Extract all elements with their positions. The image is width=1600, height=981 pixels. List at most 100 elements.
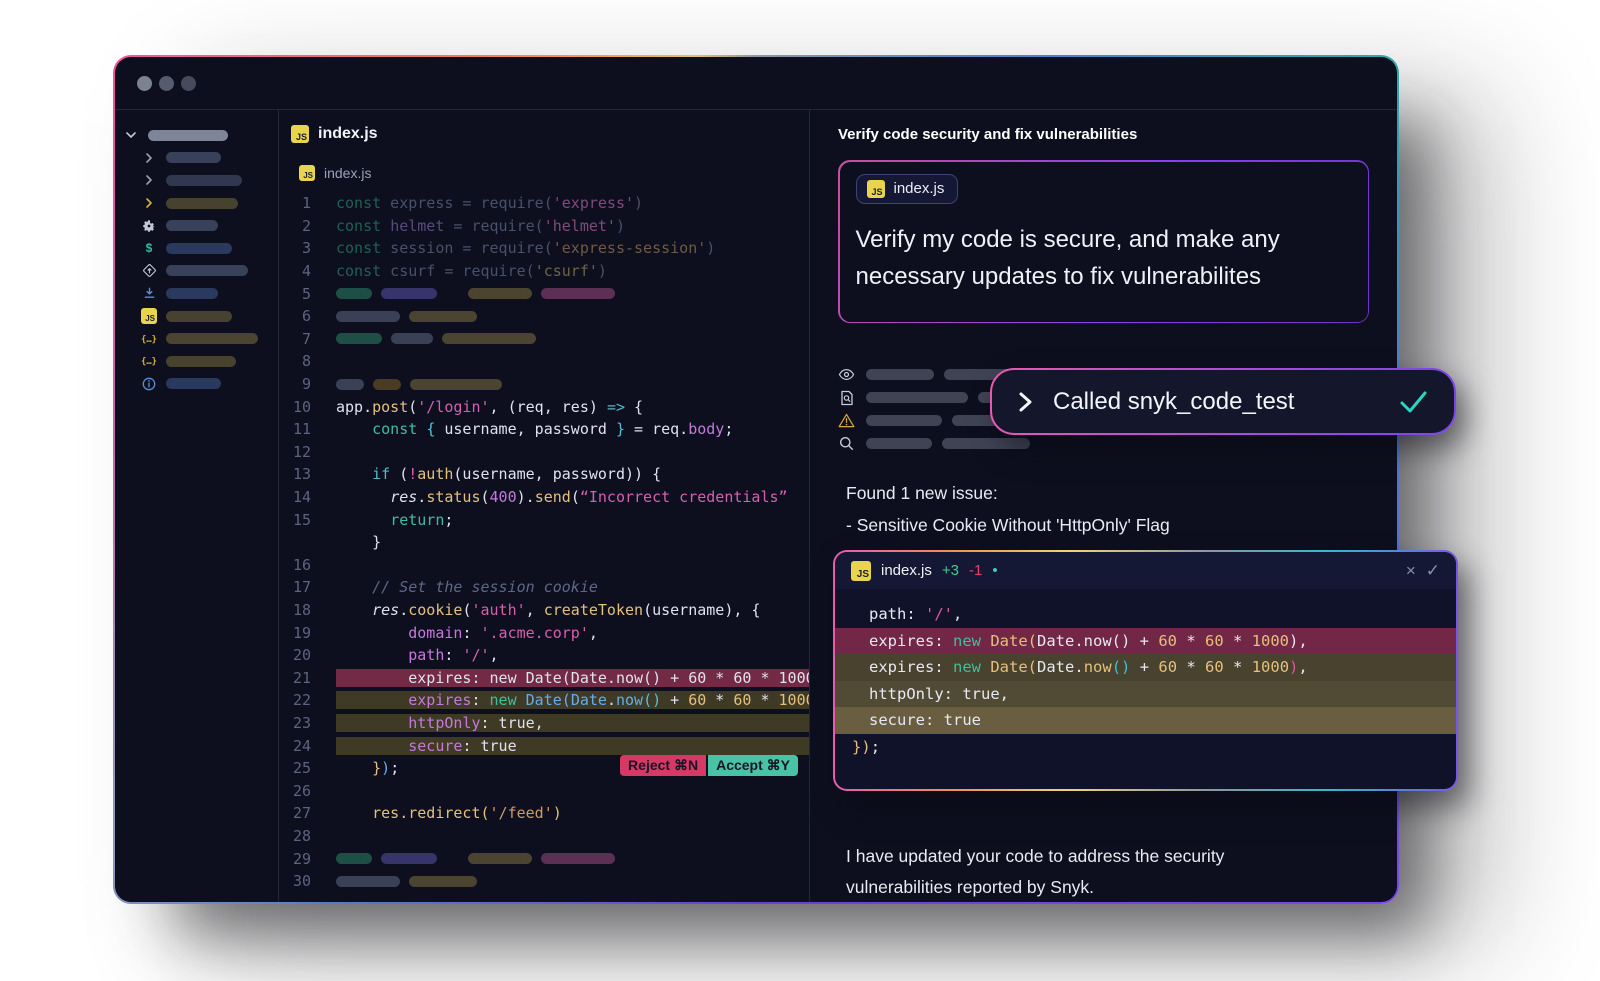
sidebar-item-skeleton	[166, 288, 218, 299]
line-number: 27	[279, 804, 311, 822]
code-line: 1const express = require('express')	[279, 192, 809, 215]
diff-card-body: path: '/',expires: new Date(Date.now() +…	[835, 589, 1456, 789]
sidebar-item-skeleton	[166, 378, 221, 389]
js-badge-icon: JS	[141, 308, 157, 324]
js-file-icon: JS	[867, 180, 885, 198]
diff-line: path: '/',	[835, 601, 1456, 628]
code-skeleton-pill	[541, 288, 615, 299]
apply-check-icon[interactable]: ✓	[1426, 561, 1440, 581]
svg-text:{…}: {…}	[141, 357, 157, 367]
close-icon[interactable]: ×	[1406, 561, 1416, 581]
editor-file-chip[interactable]: JS index.js	[279, 162, 809, 184]
line-number: 22	[279, 691, 311, 709]
window-control-maximize[interactable]	[181, 76, 196, 91]
code-line: 3const session = require('express-sessio…	[279, 237, 809, 260]
line-number: 24	[279, 737, 311, 755]
code-line: 17 // Set the session cookie	[279, 576, 809, 599]
context-file-chip[interactable]: JS index.js	[856, 174, 959, 204]
gear-icon	[141, 218, 157, 234]
code-skeleton-pill	[336, 311, 400, 322]
svg-text:$: $	[146, 241, 153, 255]
sidebar-item[interactable]	[115, 124, 278, 147]
code-skeleton-pill	[373, 379, 401, 390]
code-line: 16	[279, 554, 809, 577]
line-number: 26	[279, 782, 311, 800]
js-file-icon: JS	[299, 165, 315, 181]
chevron-right-icon	[141, 150, 157, 166]
diff-preview-card: JS index.js +3 -1 • × ✓ path: '/',expire…	[833, 550, 1458, 791]
chevron-right-icon	[1018, 390, 1033, 414]
user-prompt-text: Verify my code is secure, and make any n…	[856, 221, 1352, 295]
line-number: 28	[279, 827, 311, 845]
reject-button[interactable]: Reject ⌘N	[620, 755, 706, 776]
line-number: 10	[279, 398, 311, 416]
line-number: 9	[279, 375, 311, 393]
code-skeleton-pill	[409, 311, 477, 322]
line-number: 29	[279, 850, 311, 868]
tool-call-popup[interactable]: Called snyk_code_test	[990, 368, 1456, 435]
sidebar-item-skeleton	[166, 175, 242, 186]
code-line: 12	[279, 441, 809, 464]
sidebar-item[interactable]: $	[115, 237, 278, 260]
sidebar-item[interactable]: {…}	[115, 327, 278, 350]
code-line: }	[279, 531, 809, 554]
code-line: 4const csurf = require('csurf')	[279, 260, 809, 283]
warning-icon	[838, 412, 855, 429]
code-line: 6	[279, 305, 809, 328]
sidebar-item[interactable]	[115, 169, 278, 192]
line-number: 6	[279, 307, 311, 325]
code-line: 14 res.status(400).send(“Incorrect crede…	[279, 486, 809, 509]
sidebar-item-skeleton	[166, 152, 221, 163]
diff-line: secure: true	[835, 707, 1456, 734]
sidebar-item-skeleton	[166, 265, 248, 276]
code-skeleton-pill	[410, 379, 502, 390]
issues-summary: Found 1 new issue: - Sensitive Cookie Wi…	[846, 477, 1369, 541]
code-line: 30	[279, 870, 809, 893]
code-skeleton-pill	[336, 333, 382, 344]
code-line: 21 expires: new Date(Date.now() + 60 * 6…	[279, 666, 809, 689]
sidebar-item[interactable]	[115, 260, 278, 283]
code-skeleton-pill	[468, 288, 532, 299]
braces-icon: {…}	[141, 331, 157, 347]
code-area[interactable]: 1const express = require('express')2cons…	[279, 192, 809, 892]
sidebar-item[interactable]	[115, 147, 278, 170]
line-number: 2	[279, 217, 311, 235]
sidebar-item[interactable]	[115, 373, 278, 396]
line-number: 3	[279, 239, 311, 257]
tool-call-label: Called snyk_code_test	[1053, 388, 1378, 416]
code-skeleton-pill	[381, 288, 437, 299]
sidebar-item[interactable]	[115, 214, 278, 237]
editor-tab-label: index.js	[318, 125, 378, 143]
code-skeleton-pill	[442, 333, 536, 344]
code-line: 13 if (!auth(username, password)) {	[279, 463, 809, 486]
diff-line: });	[835, 734, 1456, 761]
sidebar-item-skeleton	[166, 220, 218, 231]
modified-dot-indicator: •	[992, 562, 997, 579]
line-number: 7	[279, 330, 311, 348]
sidebar-item[interactable]	[115, 192, 278, 215]
code-line: 23 httpOnly: true,	[279, 712, 809, 735]
sidebar-item[interactable]: {…}	[115, 350, 278, 373]
window-control-minimize[interactable]	[159, 76, 174, 91]
code-line: 24 secure: true	[279, 734, 809, 757]
code-line: 9	[279, 373, 809, 396]
code-skeleton-pill	[336, 379, 364, 390]
line-number: 12	[279, 443, 311, 461]
js-file-icon: JS	[291, 125, 309, 143]
sidebar-item-skeleton	[166, 198, 238, 209]
editor-tab[interactable]: JS index.js	[279, 122, 809, 146]
accept-button[interactable]: Accept ⌘Y	[708, 755, 798, 776]
prompt-card: JS index.js Verify my code is secure, an…	[838, 160, 1369, 323]
code-line: 18 res.cookie('auth', createToken(userna…	[279, 599, 809, 622]
window-control-close[interactable]	[137, 76, 152, 91]
code-skeleton-pill	[336, 288, 372, 299]
code-skeleton-pill	[468, 853, 532, 864]
chevron-down-icon	[123, 127, 139, 143]
sidebar-item[interactable]: JS	[115, 305, 278, 328]
code-editor[interactable]: JS index.js JS index.js 1const express =…	[279, 110, 810, 902]
chevron-right-icon	[141, 195, 157, 211]
sidebar-item[interactable]	[115, 282, 278, 305]
search-icon	[838, 435, 855, 452]
line-number: 13	[279, 465, 311, 483]
diff-file-name: index.js	[881, 562, 932, 579]
